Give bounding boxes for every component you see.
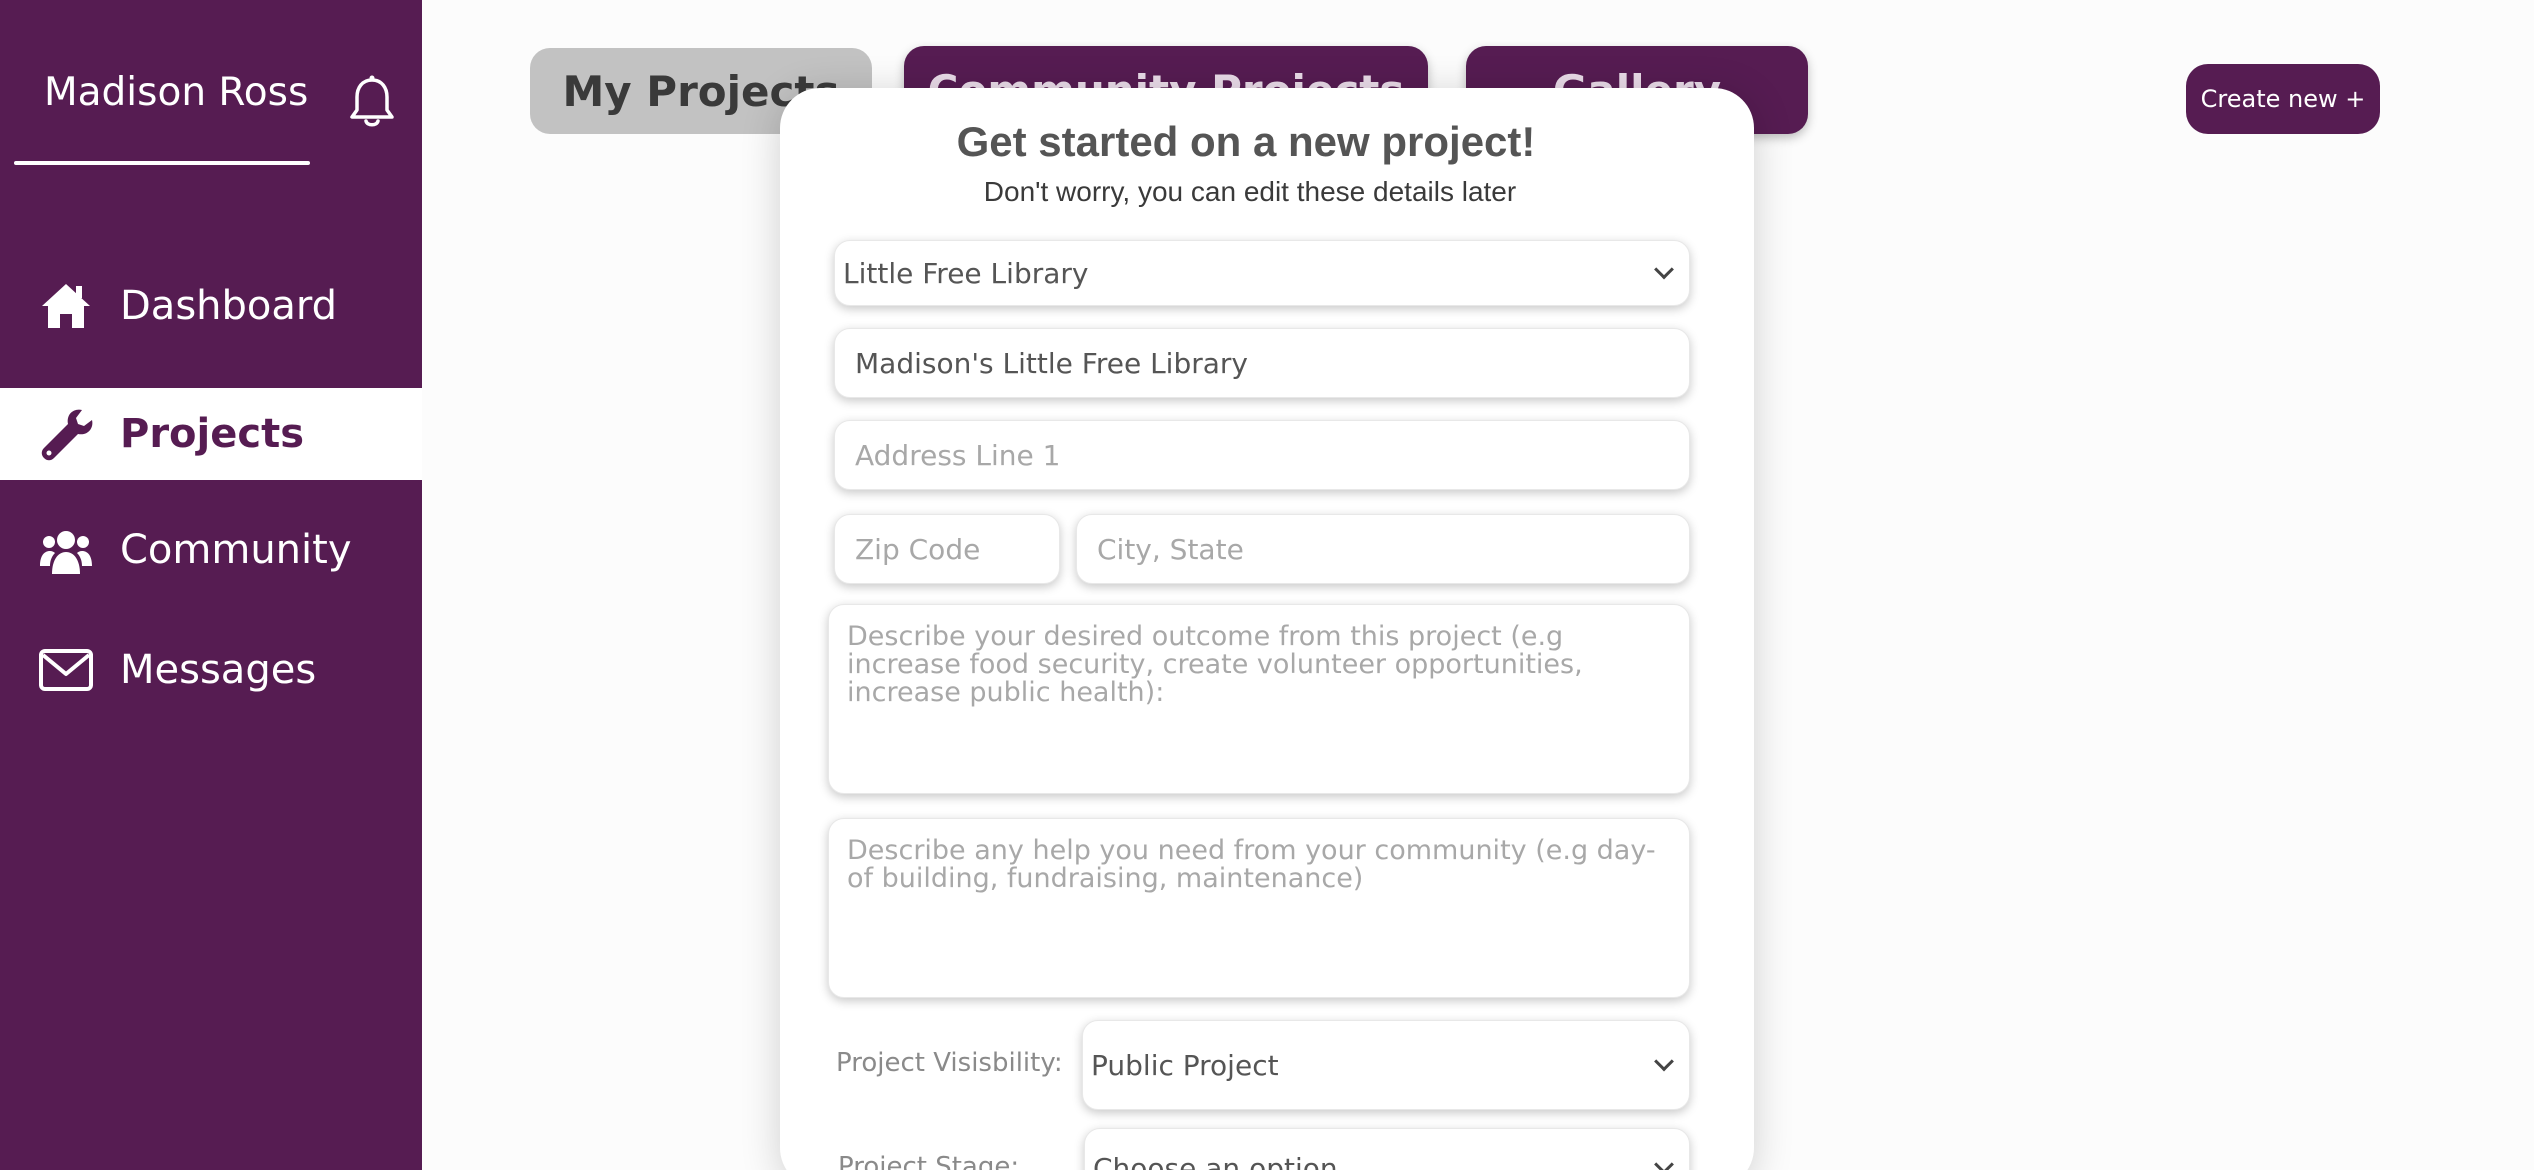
address-placeholder: Address Line 1 — [855, 438, 1061, 472]
stage-value: Choose an option — [1093, 1151, 1338, 1170]
bell-icon[interactable] — [346, 74, 398, 130]
sidebar-item-label: Dashboard — [120, 283, 338, 329]
sidebar-item-projects[interactable]: Projects — [0, 388, 422, 480]
project-name-value: Madison's Little Free Library — [855, 346, 1248, 380]
city-state-placeholder: City, State — [1097, 532, 1244, 566]
envelope-icon — [39, 649, 93, 691]
project-type-value: Little Free Library — [843, 256, 1089, 290]
zip-placeholder: Zip Code — [855, 532, 981, 566]
visibility-value: Public Project — [1091, 1048, 1279, 1082]
chevron-down-icon — [1654, 259, 1674, 280]
user-underline — [14, 161, 310, 165]
modal-subtitle: Don't worry, you can edit these details … — [983, 176, 1517, 207]
help-placeholder: Describe any help you need from your com… — [847, 835, 1656, 894]
sidebar-item-dashboard[interactable]: Dashboard — [0, 260, 422, 352]
sidebar-item-label: Community — [120, 527, 352, 573]
sidebar-item-community[interactable]: Community — [0, 504, 422, 596]
chevron-down-icon — [1654, 1154, 1674, 1170]
users-icon — [40, 531, 92, 574]
city-state-input[interactable]: City, State — [1076, 514, 1690, 584]
outcome-textarea[interactable]: Describe your desired outcome from this … — [828, 604, 1690, 794]
new-project-modal: Get started on a new project! Don't worr… — [780, 88, 1754, 1170]
modal-title: Get started on a new project! — [956, 118, 1536, 165]
project-name-input[interactable]: Madison's Little Free Library — [834, 328, 1690, 398]
address-input[interactable]: Address Line 1 — [834, 420, 1690, 490]
zip-input[interactable]: Zip Code — [834, 514, 1060, 584]
chevron-down-icon — [1654, 1051, 1674, 1072]
outcome-placeholder: Describe your desired outcome from this … — [847, 621, 1583, 708]
user-name[interactable]: Madison Ross — [44, 70, 308, 115]
project-type-select[interactable]: Little Free Library — [834, 240, 1690, 306]
visibility-select[interactable]: Public Project — [1082, 1020, 1690, 1110]
visibility-label: Project Visisbility: — [836, 1048, 1063, 1078]
create-new-button[interactable]: Create new + — [2186, 64, 2380, 134]
sidebar-item-label: Projects — [120, 411, 305, 457]
help-textarea[interactable]: Describe any help you need from your com… — [828, 818, 1690, 998]
stage-select[interactable]: Choose an option — [1084, 1128, 1690, 1170]
wrench-icon — [41, 409, 93, 461]
sidebar-item-messages[interactable]: Messages — [0, 624, 422, 716]
sidebar: Madison Ross Dashboard Projects Communit… — [0, 0, 422, 1170]
sidebar-item-label: Messages — [120, 647, 317, 693]
home-icon — [42, 284, 90, 328]
stage-label: Project Stage: — [838, 1152, 1020, 1170]
